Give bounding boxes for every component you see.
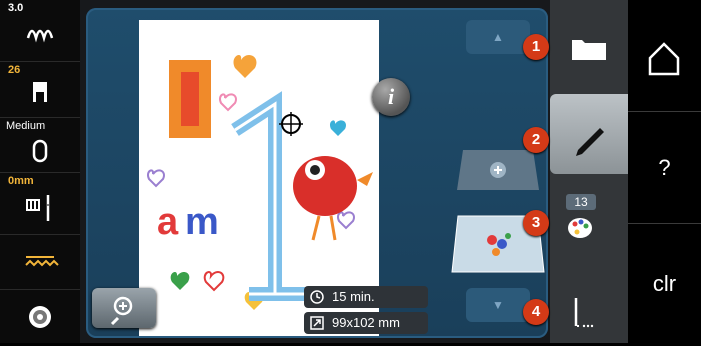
scroll-down-button[interactable]: ▼ xyxy=(466,288,530,322)
presser-foot-status[interactable]: 26 xyxy=(0,62,80,118)
home-button[interactable] xyxy=(628,0,701,112)
clear-label: clr xyxy=(652,271,677,296)
home-icon xyxy=(648,42,680,76)
zoom-button[interactable] xyxy=(92,288,156,328)
feed-dog-status[interactable] xyxy=(0,235,80,290)
stitch-pattern-icon xyxy=(26,29,54,43)
function-bar: 1 2 3 13 4 xyxy=(523,0,628,343)
stitch-plate-needle-icon xyxy=(26,195,50,221)
stitch-length-value: 3.0 xyxy=(8,2,24,14)
scroll-up-button[interactable]: ▲ xyxy=(466,20,530,54)
resize-icon xyxy=(310,316,324,330)
presser-foot-icon xyxy=(33,82,47,102)
chevron-down-icon: ▼ xyxy=(492,298,504,312)
color-count-badge: 13 xyxy=(566,194,596,210)
callout-badge-1: 1 xyxy=(523,34,549,60)
folder-icon xyxy=(572,40,606,60)
status-column: 3.0 26 Medium 0mm xyxy=(0,0,80,343)
svg-text:m: m xyxy=(185,201,219,243)
thread-spool-icon xyxy=(29,306,51,328)
color-button[interactable]: 3 13 xyxy=(523,190,628,250)
zoom-in-icon xyxy=(110,296,133,326)
info-button[interactable]: i xyxy=(372,78,410,116)
pencil-icon xyxy=(576,128,604,156)
needle-position-status[interactable]: 0mm xyxy=(0,173,80,235)
needle-thread-icon xyxy=(574,298,594,328)
edit-button[interactable]: 2 xyxy=(523,94,628,174)
thread-tension-status[interactable]: Medium xyxy=(0,118,80,173)
chevron-up-icon: ▲ xyxy=(492,30,504,44)
bobbin-icon xyxy=(32,139,48,163)
selection-button[interactable]: 1 xyxy=(523,22,628,72)
design-size-display: 99x102 mm xyxy=(304,312,428,334)
help-icon: ? xyxy=(658,155,671,180)
stitch-time-value: 15 min. xyxy=(332,289,375,304)
system-bar: ? clr xyxy=(628,0,701,343)
design-size-value: 99x102 mm xyxy=(332,315,400,330)
callout-badge-3: 3 xyxy=(523,210,549,236)
callout-badge-2: 2 xyxy=(523,127,549,153)
bobbin-fill-status[interactable] xyxy=(0,290,80,343)
feed-dog-icon xyxy=(25,256,59,267)
embroidery-screen: 3.0 26 Medium 0mm a m i ▲ ▼ 15 min. 99x1… xyxy=(0,0,701,343)
embroider-button[interactable]: 4 xyxy=(523,286,628,338)
clock-icon xyxy=(310,290,324,304)
callout-badge-4: 4 xyxy=(523,299,549,325)
presser-foot-number: 26 xyxy=(8,64,21,76)
embroidery-editor: a m i ▲ ▼ 15 min. 99x102 mm xyxy=(80,0,550,343)
help-button[interactable]: ? xyxy=(628,112,701,224)
stitch-length-status[interactable]: 3.0 xyxy=(0,0,80,62)
tension-label: Medium xyxy=(6,120,46,132)
color-palette-icon xyxy=(568,218,592,238)
needle-position-value: 0mm xyxy=(8,175,34,187)
svg-text:a: a xyxy=(157,201,179,243)
clear-button[interactable]: clr xyxy=(628,224,701,343)
stitch-time-display: 15 min. xyxy=(304,286,428,308)
